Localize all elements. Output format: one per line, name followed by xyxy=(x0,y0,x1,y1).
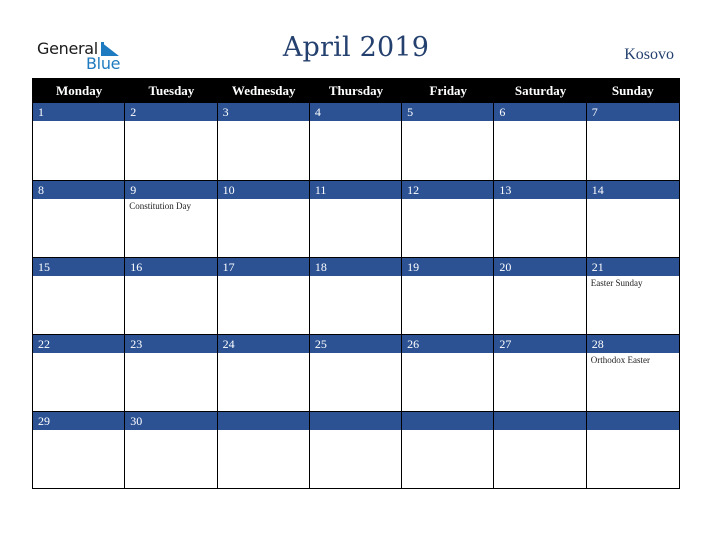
day-cell[interactable] xyxy=(217,411,310,488)
day-number: 21 xyxy=(586,258,679,276)
day-number: 11 xyxy=(309,181,402,199)
day-cell[interactable]: 29 xyxy=(33,411,126,488)
day-cell[interactable]: 21 Easter Sunday xyxy=(586,257,679,334)
weekday-friday: Friday xyxy=(429,83,468,98)
day-number xyxy=(586,412,679,430)
day-number: 30 xyxy=(125,412,217,430)
weekday-thursday: Thursday xyxy=(328,83,384,98)
day-number: 27 xyxy=(494,335,586,353)
month-title: April 2019 xyxy=(282,32,430,63)
day-cell[interactable] xyxy=(402,411,495,488)
day-number: 25 xyxy=(309,335,402,353)
day-cell[interactable]: 6 xyxy=(494,103,587,180)
day-cell[interactable]: 13 xyxy=(494,180,587,257)
day-number: 8 xyxy=(33,181,125,199)
day-number xyxy=(217,412,309,430)
day-number: 6 xyxy=(494,103,586,121)
day-cell[interactable]: 27 xyxy=(494,334,587,411)
day-number: 1 xyxy=(33,103,125,121)
day-number: 9 xyxy=(125,181,217,199)
holiday-label: Orthodox Easter xyxy=(590,355,650,365)
day-number xyxy=(494,412,586,430)
day-cell[interactable]: 26 xyxy=(402,334,495,411)
day-cell[interactable] xyxy=(494,411,587,488)
week-row: 1234567 xyxy=(33,103,679,180)
day-number: 10 xyxy=(217,181,309,199)
day-number: 23 xyxy=(125,335,217,353)
day-cell[interactable]: 4 xyxy=(309,103,403,180)
day-number xyxy=(309,412,402,430)
day-cell[interactable]: 19 xyxy=(402,257,495,334)
day-cell[interactable]: 12 xyxy=(402,180,495,257)
week-row: 8 9 Constitution Day 10 11 12 13 14 xyxy=(33,180,679,257)
holiday-label: Constitution Day xyxy=(129,201,192,211)
day-cell[interactable] xyxy=(309,411,403,488)
day-number: 3 xyxy=(217,103,309,121)
day-cell[interactable]: 18 xyxy=(309,257,403,334)
day-number: 5 xyxy=(402,103,494,121)
weekday-tuesday: Tuesday xyxy=(148,83,195,98)
day-cell[interactable]: 9 Constitution Day xyxy=(125,180,218,257)
day-cell[interactable]: 5 xyxy=(402,103,495,180)
day-cell[interactable]: 11 xyxy=(309,180,403,257)
day-number xyxy=(402,412,494,430)
day-cell[interactable]: 28 Orthodox Easter xyxy=(586,334,679,411)
day-number: 16 xyxy=(125,258,217,276)
day-cell[interactable]: 16 xyxy=(125,257,218,334)
day-number: 29 xyxy=(33,412,125,430)
week-row: 15 16 17 18 19 20 21 Easter Sunday xyxy=(33,257,679,334)
day-cell[interactable]: 25 xyxy=(309,334,403,411)
day-number: 18 xyxy=(309,258,402,276)
day-cell[interactable]: 22 xyxy=(33,334,126,411)
day-number: 28 xyxy=(586,335,679,353)
day-number: 4 xyxy=(309,103,402,121)
day-cell[interactable]: 14 xyxy=(586,180,679,257)
day-number: 19 xyxy=(402,258,494,276)
weekday-header-row: Monday Tuesday Wednesday Thursday Friday… xyxy=(33,79,679,103)
day-number: 17 xyxy=(217,258,309,276)
day-number: 24 xyxy=(217,335,309,353)
day-cell[interactable]: 17 xyxy=(217,257,310,334)
day-cell[interactable]: 7 xyxy=(586,103,679,180)
day-cell[interactable]: 8 xyxy=(33,180,126,257)
day-cell[interactable]: 2 xyxy=(125,103,218,180)
day-cell[interactable]: 10 xyxy=(217,180,310,257)
day-number: 15 xyxy=(33,258,125,276)
day-number: 22 xyxy=(33,335,125,353)
weekday-sunday: Sunday xyxy=(611,83,654,98)
country-label: Kosovo xyxy=(624,46,674,63)
weekday-monday: Monday xyxy=(56,83,103,98)
weeks-container: 1 2 3 4 5 6 7 8 9 Constitution Day 10 11 12 13 14 15 16 1… xyxy=(33,103,679,488)
day-cell[interactable] xyxy=(586,411,679,488)
day-number: 26 xyxy=(402,335,494,353)
day-cell[interactable]: 15 xyxy=(33,257,126,334)
calendar-grid: Monday Tuesday Wednesday Thursday Friday… xyxy=(32,78,680,489)
day-cell[interactable]: 3 xyxy=(217,103,310,180)
day-cell[interactable]: 20 xyxy=(494,257,587,334)
holiday-label: Easter Sunday xyxy=(590,278,643,288)
day-number: 13 xyxy=(494,181,586,199)
day-cell[interactable]: 24 xyxy=(217,334,310,411)
week-row: 22 23 24 25 26 27 28 Orthodox Easter xyxy=(33,334,679,411)
day-number: 2 xyxy=(125,103,217,121)
day-number: 12 xyxy=(402,181,494,199)
weekday-saturday: Saturday xyxy=(514,83,567,98)
day-number: 20 xyxy=(494,258,586,276)
day-cell[interactable]: 30 xyxy=(125,411,218,488)
day-cell[interactable]: 23 xyxy=(125,334,218,411)
day-number: 7 xyxy=(586,103,679,121)
day-number: 14 xyxy=(586,181,679,199)
weekday-wednesday: Wednesday xyxy=(231,83,296,98)
day-cell[interactable]: 1 xyxy=(33,103,126,180)
week-row: 29 30 xyxy=(33,411,679,488)
